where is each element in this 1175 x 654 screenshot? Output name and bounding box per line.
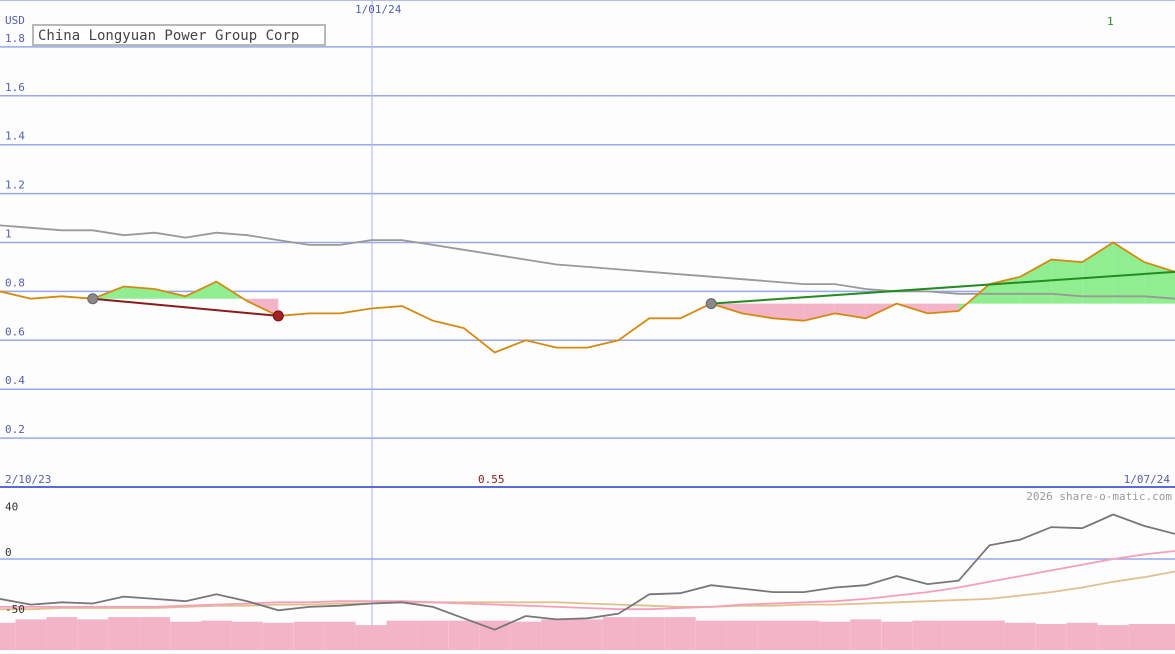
histogram-bar bbox=[1160, 624, 1175, 650]
histogram-bar bbox=[510, 622, 541, 650]
histogram-bar bbox=[603, 617, 634, 650]
histogram-bar bbox=[139, 617, 170, 650]
histogram-bar bbox=[881, 622, 912, 650]
credit-label: 2026 share-o-matic.com bbox=[1026, 490, 1172, 503]
price-chart: 0.2 0.4 0.6 0.8 1 1.2 1.4 1.6 1.8 40 0 -50 USD 1/01… bbox=[0, 0, 1175, 650]
histogram-bar bbox=[1067, 623, 1098, 650]
histogram-bar bbox=[448, 621, 479, 650]
end-date-label: 1/07/24 bbox=[1124, 473, 1171, 486]
oscillator-tick-label: -50 bbox=[5, 603, 25, 616]
histogram-bar bbox=[943, 621, 974, 650]
histogram-bar bbox=[170, 622, 201, 650]
signal-tan-line bbox=[0, 572, 1175, 610]
y-tick-label: 1.4 bbox=[5, 130, 25, 143]
histogram-bar bbox=[46, 617, 77, 650]
histogram-bar bbox=[1005, 623, 1036, 650]
histogram-bar bbox=[696, 621, 727, 650]
trade-area-1-34 bbox=[1051, 260, 1082, 304]
y-tick-label: 1 bbox=[5, 228, 12, 241]
y-tick-label: 0.6 bbox=[5, 325, 25, 338]
chart-root: 0.2 0.4 0.6 0.8 1 1.2 1.4 1.6 1.8 40 0 -50 USD 1/01… bbox=[0, 0, 1175, 650]
chart-title: China Longyuan Power Group Corp bbox=[38, 28, 299, 44]
mid-value-label: 0.55 bbox=[478, 473, 505, 486]
histogram-bar bbox=[541, 619, 572, 650]
histogram-bar bbox=[974, 621, 1005, 650]
histogram-bar bbox=[16, 619, 47, 650]
histogram-bar bbox=[1129, 624, 1160, 650]
histogram-bar bbox=[356, 625, 387, 650]
y-tick-label: 1.6 bbox=[5, 81, 25, 94]
y-tick-label: 1.8 bbox=[5, 32, 25, 45]
oscillator-tick-label: 40 bbox=[5, 500, 18, 513]
start-date-label: 2/10/23 bbox=[5, 473, 51, 486]
oscillator-line bbox=[0, 515, 1175, 630]
histogram-bar bbox=[77, 619, 108, 650]
currency-label: USD bbox=[5, 14, 25, 27]
histogram-bar bbox=[232, 622, 263, 650]
histogram-bar bbox=[789, 621, 820, 650]
histogram-bar bbox=[912, 621, 943, 650]
histogram-bar bbox=[387, 621, 418, 650]
y-tick-label: 1.2 bbox=[5, 179, 25, 192]
histogram-bar bbox=[417, 621, 448, 650]
oscillator-tick-label: 0 bbox=[5, 546, 12, 559]
histogram-bar bbox=[263, 623, 294, 650]
trade-entry-marker-1 bbox=[706, 299, 716, 309]
trade-area-1-26 bbox=[804, 304, 835, 321]
histogram-bar bbox=[1098, 625, 1129, 650]
chart-title-box: China Longyuan Power Group Corp bbox=[32, 24, 326, 46]
date-marker-label: 1/01/24 bbox=[355, 3, 402, 16]
y-tick-label: 0.8 bbox=[5, 276, 25, 289]
histogram-bar bbox=[201, 621, 232, 650]
histogram-bar bbox=[727, 621, 758, 650]
histogram-bar bbox=[0, 623, 15, 650]
histogram-bar bbox=[758, 621, 789, 650]
corner-label: 1 bbox=[1107, 15, 1114, 28]
histogram-bar bbox=[108, 617, 139, 650]
histogram-bar bbox=[572, 619, 603, 650]
y-tick-label: 0.2 bbox=[5, 423, 25, 436]
trade-entry-marker-0 bbox=[88, 294, 98, 304]
histogram-bar bbox=[294, 622, 325, 650]
histogram-bar bbox=[325, 622, 356, 650]
y-tick-label: 0.4 bbox=[5, 374, 25, 387]
histogram-bar bbox=[1036, 624, 1067, 650]
histogram-bar bbox=[665, 617, 696, 650]
histogram-bar bbox=[819, 622, 850, 650]
trade-exit-marker-0 bbox=[273, 311, 283, 321]
histogram-bar bbox=[634, 617, 665, 650]
histogram-bar bbox=[850, 619, 881, 650]
